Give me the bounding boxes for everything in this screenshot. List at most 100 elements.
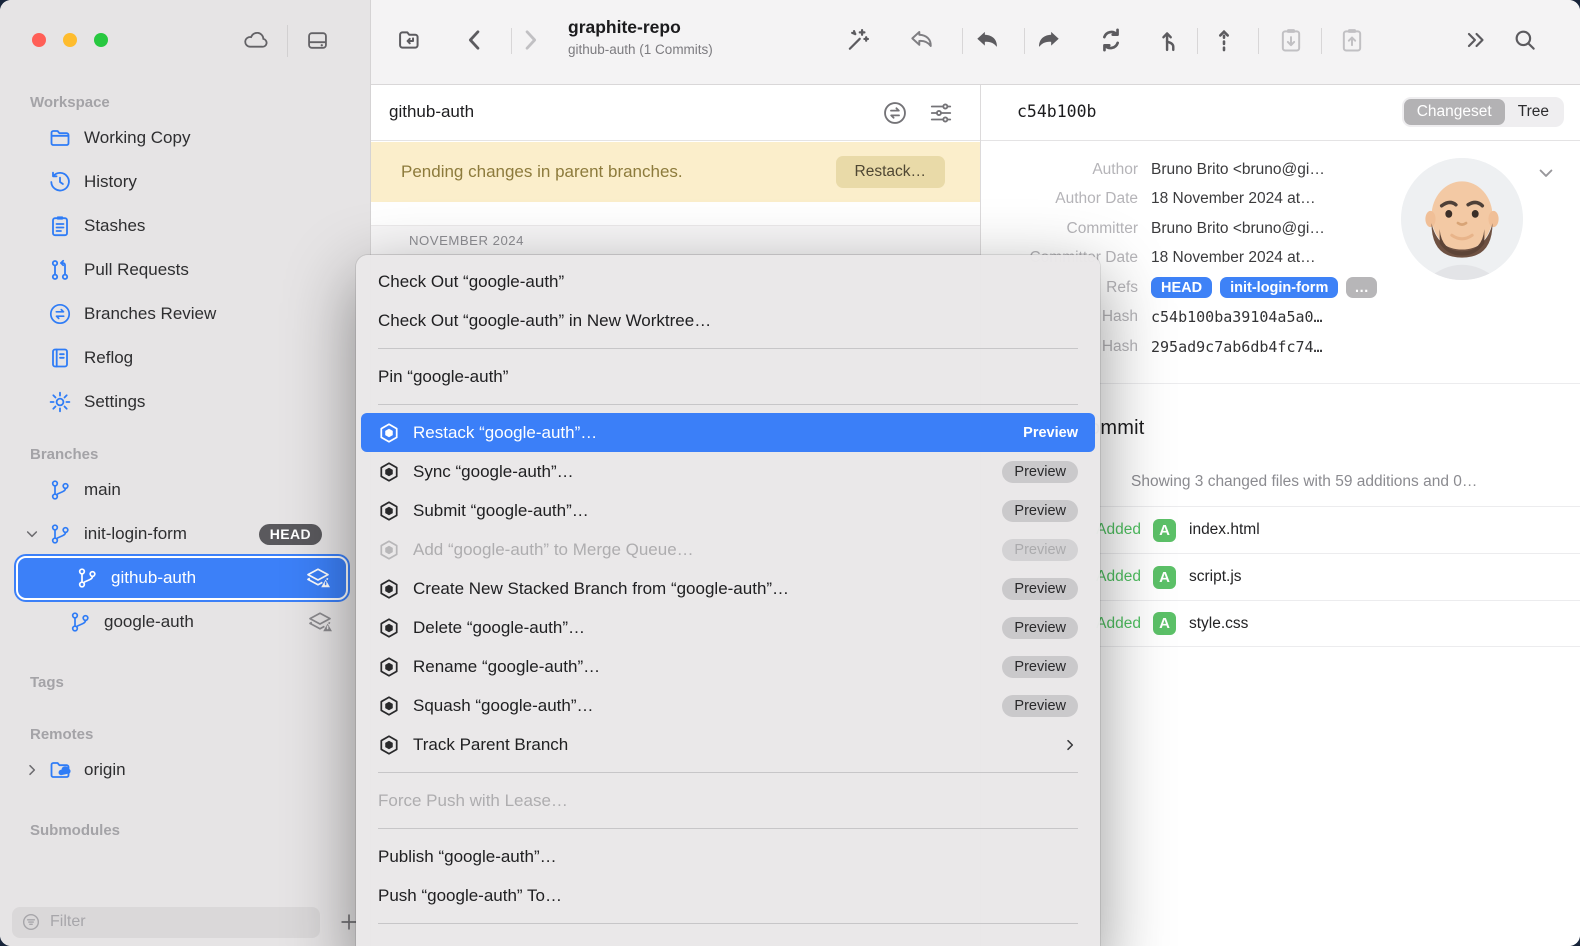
- sidebar-item-google-auth[interactable]: google-auth: [0, 600, 370, 644]
- section-label: Branches: [30, 442, 370, 468]
- menu-item-label: Push “google-auth” To…: [378, 886, 562, 906]
- stash-save-button[interactable]: [1277, 26, 1305, 54]
- repo-subtitle: github-auth (1 Commits): [568, 42, 713, 57]
- close-button[interactable]: [32, 33, 46, 47]
- menu-item-restack-google-auth[interactable]: Restack “google-auth”…Preview: [361, 413, 1095, 452]
- forward-button[interactable]: [516, 26, 544, 54]
- branch-title: github-auth: [389, 102, 474, 122]
- menu-item-sync-google-auth[interactable]: Sync “google-auth”…Preview: [361, 452, 1095, 491]
- filter-options-icon[interactable]: [928, 100, 954, 126]
- date-group-header: NOVEMBER 2024: [371, 225, 980, 255]
- menu-item-force-push-with-lease[interactable]: Force Push with Lease…: [361, 781, 1095, 820]
- menu-separator: [378, 348, 1078, 349]
- menu-item-submit-google-auth[interactable]: Submit “google-auth”…Preview: [361, 491, 1095, 530]
- expander-chevron-icon[interactable]: [24, 526, 40, 542]
- section-label: Workspace: [30, 90, 370, 116]
- expander-chevron-icon[interactable]: [24, 762, 40, 778]
- overflow-button[interactable]: [1463, 27, 1489, 53]
- sidebar-item-init-login-form[interactable]: init-login-formHEAD: [0, 512, 370, 556]
- menu-item-add-google-auth-to-merge-queue[interactable]: Add “google-auth” to Merge Queue…Preview: [361, 530, 1095, 569]
- sidebar-item-branches-review[interactable]: Branches Review: [0, 292, 370, 336]
- sidebar-item-label: Reflog: [84, 348, 133, 368]
- preview-badge: Preview: [1002, 695, 1078, 717]
- meta-row-author-date: Author Date18 November 2024 at…: [981, 185, 1421, 215]
- graphite-logo-icon: [378, 578, 400, 600]
- sidebar-section-submodules: Submodules: [0, 818, 370, 844]
- journal-icon: [48, 346, 72, 370]
- fetch-button[interactable]: [1097, 26, 1125, 54]
- cloud-icon[interactable]: [242, 27, 269, 54]
- sidebar-item-origin[interactable]: origin: [0, 748, 370, 792]
- minimize-button[interactable]: [63, 33, 77, 47]
- branch-icon: [75, 566, 99, 590]
- sidebar-item-stashes[interactable]: Stashes: [0, 204, 370, 248]
- titlebar-divider: [287, 25, 288, 57]
- compare-branch-icon[interactable]: [882, 100, 908, 126]
- toggle-tree[interactable]: Tree: [1505, 99, 1562, 125]
- meta-row-committer: CommitterBruno Brito <bruno@gi…: [981, 214, 1421, 244]
- compare-icon: [48, 302, 72, 326]
- menu-item-label: Rename “google-auth”…: [413, 657, 600, 677]
- view-toggle: ChangesetTree: [1402, 97, 1564, 127]
- menu-item-track-parent-branch[interactable]: Track Parent Branch: [361, 725, 1095, 764]
- sidebar-item-history[interactable]: History: [0, 160, 370, 204]
- sidebar-item-settings[interactable]: Settings: [0, 380, 370, 424]
- ref-badge-head[interactable]: HEAD: [1151, 277, 1212, 298]
- stash-apply-button[interactable]: [1338, 26, 1366, 54]
- back-button[interactable]: [461, 26, 489, 54]
- sidebar-item-working-copy[interactable]: Working Copy: [0, 116, 370, 160]
- meta-label: Committer: [981, 220, 1151, 238]
- avatar: [1401, 158, 1523, 280]
- sidebar-section-tags: Tags: [0, 670, 370, 696]
- pull-button[interactable]: [973, 26, 1001, 54]
- graphite-logo-icon: [378, 656, 400, 678]
- sidebar-item-label: google-auth: [104, 612, 194, 632]
- menu-item-create-new-stacked-branch-from-google-auth[interactable]: Create New Stacked Branch from “google-a…: [361, 569, 1095, 608]
- discard-button[interactable]: [908, 26, 936, 54]
- menu-item-push-google-auth-to[interactable]: Push “google-auth” To…: [361, 876, 1095, 915]
- repo-switcher-button[interactable]: [396, 26, 424, 54]
- menu-item-check-out-google-auth-in-new-worktree[interactable]: Check Out “google-auth” in New Worktree…: [361, 301, 1095, 340]
- sidebar-item-label: main: [84, 480, 121, 500]
- stash-icon: [48, 214, 72, 238]
- menu-item-rename-google-auth[interactable]: Rename “google-auth”…Preview: [361, 647, 1095, 686]
- section-label: Submodules: [30, 818, 370, 844]
- sidebar-item-pull-requests[interactable]: Pull Requests: [0, 248, 370, 292]
- menu-item-check-out-google-auth[interactable]: Check Out “google-auth”: [361, 262, 1095, 301]
- zoom-button[interactable]: [94, 33, 108, 47]
- push-button[interactable]: [1035, 26, 1063, 54]
- toggle-changeset[interactable]: Changeset: [1404, 99, 1505, 125]
- sidebar-item-main[interactable]: main: [0, 468, 370, 512]
- search-button[interactable]: [1512, 27, 1538, 53]
- sidebar-item-github-auth[interactable]: github-auth: [16, 556, 348, 600]
- section-label: Tags: [30, 670, 370, 696]
- ref-badge-init-login-form[interactable]: init-login-form: [1220, 277, 1338, 298]
- toolbar-separator: [1024, 28, 1025, 54]
- menu-item-squash-google-auth[interactable]: Squash “google-auth”… Preview: [361, 686, 1095, 725]
- menu-item-delete-google-auth[interactable]: Delete “google-auth”…Preview: [361, 608, 1095, 647]
- filter-input[interactable]: [48, 912, 311, 932]
- quick-actions-button[interactable]: [844, 26, 872, 54]
- menu-item-label: Check Out “google-auth” in New Worktree…: [378, 311, 711, 331]
- chevron-down-icon[interactable]: [1536, 163, 1556, 183]
- graphite-logo-icon: [378, 695, 400, 717]
- drive-icon[interactable]: [304, 27, 331, 54]
- sidebar-item-reflog[interactable]: Reflog: [0, 336, 370, 380]
- menu-item-label: Submit “google-auth”…: [413, 501, 589, 521]
- file-name: index.html: [1189, 521, 1260, 539]
- ref-badge-[interactable]: …: [1346, 277, 1377, 298]
- menu-item-pin-google-auth[interactable]: Pin “google-auth”: [361, 357, 1095, 396]
- menu-separator: [378, 828, 1078, 829]
- cherry-pick-button[interactable]: [1210, 26, 1238, 54]
- menu-item-label: Squash “google-auth”…: [413, 696, 594, 716]
- restack-banner: Pending changes in parent branches. Rest…: [371, 142, 980, 202]
- restack-button[interactable]: Restack…: [836, 156, 946, 188]
- sidebar-section-workspace: WorkspaceWorking CopyHistoryStashesPull …: [0, 90, 370, 424]
- filter-icon: [21, 912, 41, 932]
- window-title-block: graphite-repo github-auth (1 Commits): [568, 17, 713, 57]
- merge-button[interactable]: [1156, 26, 1184, 54]
- menu-separator: [378, 923, 1078, 924]
- menu-item-publish-google-auth[interactable]: Publish “google-auth”…: [361, 837, 1095, 876]
- date-group-label: NOVEMBER 2024: [409, 233, 524, 248]
- filter-field[interactable]: [12, 907, 320, 938]
